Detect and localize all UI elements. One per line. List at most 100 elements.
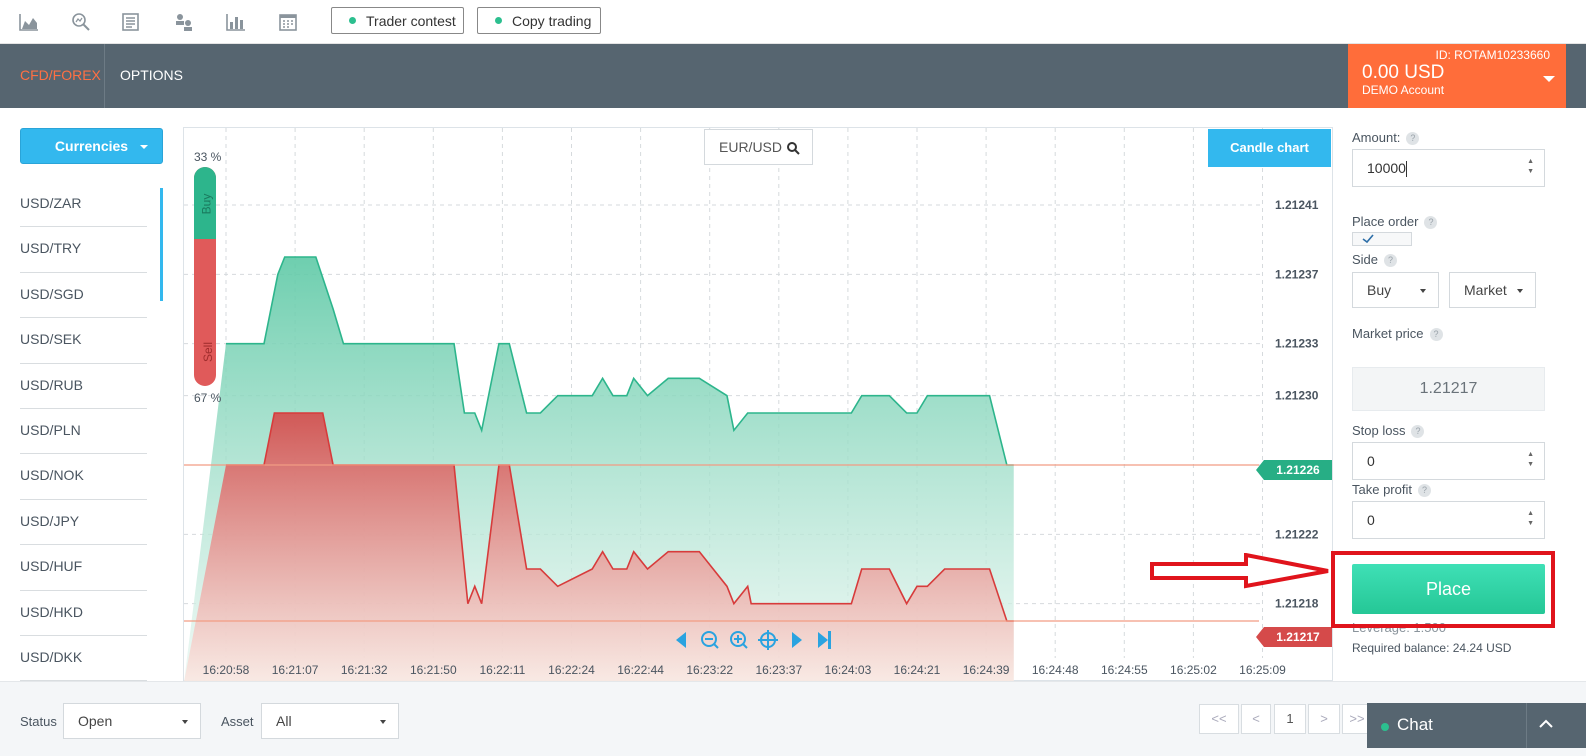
pager-prev[interactable]: < xyxy=(1241,704,1271,734)
pan-left-icon[interactable] xyxy=(676,632,686,648)
buy-label: Buy xyxy=(199,193,214,215)
trader-contest-label: Trader contest xyxy=(366,12,456,29)
scrollbar[interactable] xyxy=(160,188,163,301)
help-icon[interactable]: ? xyxy=(1417,484,1431,498)
order-type-select[interactable]: Market xyxy=(1449,272,1536,308)
asset-label: Asset xyxy=(221,714,254,729)
sell-label: Sell xyxy=(201,341,216,363)
place-order-toggle[interactable] xyxy=(1352,232,1412,246)
pair-item[interactable]: USD/RUB xyxy=(20,364,147,409)
search-icon xyxy=(787,142,800,155)
x-tick-label: 16:24:39 xyxy=(963,663,1010,677)
sentiment-bar: Buy Sell xyxy=(194,167,216,386)
pair-item[interactable]: USD/TRY xyxy=(20,227,147,273)
red-arrow-annotation xyxy=(1150,553,1329,589)
search-chart-icon[interactable] xyxy=(70,11,92,33)
pair-item[interactable]: USD/HKD xyxy=(20,591,147,636)
area-chart-icon[interactable] xyxy=(18,11,40,33)
buy-percent: 33 % xyxy=(194,150,222,164)
y-tick-label: 1.21237 xyxy=(1275,267,1319,281)
chat-widget[interactable]: Chat xyxy=(1367,703,1586,748)
y-tick-label: 1.21241 xyxy=(1275,198,1319,212)
x-tick-label: 16:21:07 xyxy=(272,663,319,677)
take-profit-input[interactable]: 0 ▲ ▼ xyxy=(1352,501,1545,539)
chat-label: Chat xyxy=(1397,715,1433,734)
chevron-up-icon[interactable] xyxy=(1539,719,1553,729)
stepper-icon[interactable]: ▲ ▼ xyxy=(1527,157,1534,177)
required-balance: Required balance: 24.24 USD xyxy=(1352,641,1512,655)
sell-percent: 67 % xyxy=(194,391,222,405)
chart-svg: 16:20:58 16:21:07 16:21:32 16:21:50 16:22:11… xyxy=(184,128,1319,682)
x-tick-label: 16:20:58 xyxy=(203,663,250,677)
asset-select[interactable]: All xyxy=(261,703,399,739)
caret-down-icon xyxy=(140,145,148,149)
x-tick-label: 16:22:24 xyxy=(548,663,595,677)
chevron-down-icon[interactable] xyxy=(1543,76,1555,82)
pair-item[interactable]: USD/ZAR xyxy=(20,182,147,228)
account-balance: 0.00 USD xyxy=(1362,62,1445,83)
pair-item[interactable]: USD/PLN xyxy=(20,409,147,455)
trader-contest-button[interactable]: Trader contest xyxy=(331,7,464,34)
symbol-sidebar: Currencies USD/ZAR USD/TRY USD/SGD USD/SEK U… xyxy=(0,108,176,682)
caret-down-icon xyxy=(1517,289,1523,293)
pager-page[interactable]: 1 xyxy=(1274,704,1306,734)
price-chart[interactable]: 16:20:58 16:21:07 16:21:32 16:21:50 16:22:11… xyxy=(183,127,1333,682)
side-select[interactable]: Buy xyxy=(1352,272,1439,308)
stop-loss-input[interactable]: 0 ▲ ▼ xyxy=(1352,442,1545,480)
pair-item[interactable]: USD/HUF xyxy=(20,545,147,591)
account-panel[interactable]: ID: ROTAM10233660 0.00 USD DEMO Account xyxy=(1348,44,1566,108)
zoom-in-icon[interactable] xyxy=(730,631,748,649)
stepper-icon[interactable]: ▲ ▼ xyxy=(1527,450,1534,470)
users-icon[interactable] xyxy=(173,11,195,33)
pair-list: USD/ZAR USD/TRY USD/SGD USD/SEK USD/RUB USD/P… xyxy=(20,182,147,682)
side-label: Side xyxy=(1352,252,1379,267)
help-icon[interactable]: ? xyxy=(1411,425,1425,439)
top-toolbar: Trader contest Copy trading xyxy=(0,0,1586,44)
candle-chart-button[interactable]: Candle chart xyxy=(1208,129,1331,167)
green-dot-icon xyxy=(349,17,356,24)
place-order-label: Place order xyxy=(1352,214,1419,229)
symbol-search[interactable]: EUR/USD xyxy=(704,129,813,165)
calendar-icon[interactable] xyxy=(277,11,299,33)
amount-label-row: Amount:? xyxy=(1352,130,1420,146)
x-tick-label: 16:21:50 xyxy=(410,663,457,677)
pager-first[interactable]: << xyxy=(1199,704,1239,734)
market-price-value: 1.21217 xyxy=(1352,367,1545,411)
zoom-out-icon[interactable] xyxy=(701,631,719,649)
pair-item[interactable]: USD/NOK xyxy=(20,454,147,500)
x-tick-label: 16:21:32 xyxy=(341,663,388,677)
tab-options[interactable]: OPTIONS xyxy=(120,44,183,108)
pan-right-icon[interactable] xyxy=(792,632,802,648)
copy-trading-button[interactable]: Copy trading xyxy=(477,7,601,34)
tab-cfd-forex[interactable]: CFD/FOREX xyxy=(20,44,101,108)
amount-input[interactable]: 10000 ▲ ▼ xyxy=(1352,149,1545,187)
stop-loss-label-row: Stop loss? xyxy=(1352,423,1425,439)
pair-item[interactable]: USD/SEK xyxy=(20,318,147,364)
x-tick-label: 16:22:11 xyxy=(479,663,525,677)
pager-next[interactable]: > xyxy=(1308,704,1340,734)
currencies-dropdown[interactable]: Currencies xyxy=(20,128,163,164)
jump-to-end-icon[interactable] xyxy=(818,631,831,649)
pair-item[interactable]: USD/SGD xyxy=(20,273,147,319)
help-icon[interactable]: ? xyxy=(1429,328,1443,342)
help-icon[interactable]: ? xyxy=(1424,216,1438,230)
chat-divider xyxy=(1526,703,1527,748)
account-type: DEMO Account xyxy=(1362,83,1445,97)
amount-label: Amount: xyxy=(1352,130,1401,145)
pair-item[interactable]: USD/JPY xyxy=(20,500,147,546)
x-tick-label: 16:24:03 xyxy=(825,663,872,677)
caret-down-icon xyxy=(1420,289,1426,293)
bar-chart-icon[interactable] xyxy=(225,11,247,33)
status-select[interactable]: Open xyxy=(63,703,201,739)
help-icon[interactable]: ? xyxy=(1384,254,1398,268)
symbol-label: EUR/USD xyxy=(719,139,783,155)
y-tick-label: 1.21218 xyxy=(1275,597,1319,611)
x-tick-label: 16:25:02 xyxy=(1170,663,1217,677)
document-icon[interactable] xyxy=(120,11,142,33)
help-icon[interactable]: ? xyxy=(1406,132,1420,146)
place-order-label-row: Place order? xyxy=(1352,214,1438,230)
stepper-icon[interactable]: ▲ ▼ xyxy=(1527,509,1534,529)
x-tick-label: 16:22:44 xyxy=(617,663,664,677)
reset-view-icon[interactable] xyxy=(758,630,778,650)
pair-item[interactable]: USD/DKK xyxy=(20,636,147,682)
